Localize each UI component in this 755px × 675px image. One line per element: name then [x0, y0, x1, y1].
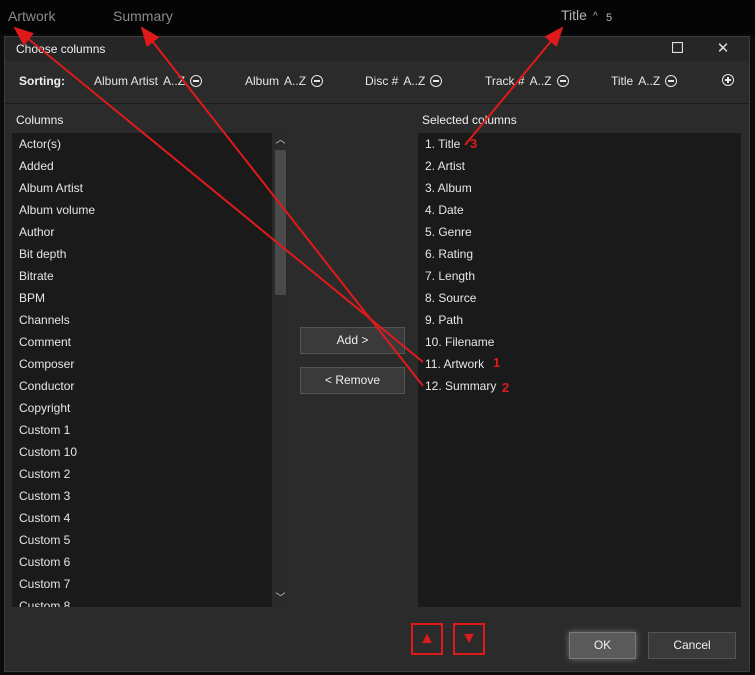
selected-column-item[interactable]: 1. Title: [418, 133, 741, 155]
chevron-up-icon: ^: [593, 11, 598, 22]
sort-field: Title: [611, 74, 634, 88]
header-col-title[interactable]: Title: [561, 7, 587, 23]
header-col-artwork[interactable]: Artwork: [8, 8, 55, 24]
scroll-up-icon[interactable]: ︿: [272, 133, 289, 149]
selected-column-item[interactable]: 2. Artist: [418, 155, 741, 177]
selected-column-item[interactable]: 7. Length: [418, 265, 741, 287]
sorting-label: Sorting:: [19, 74, 65, 88]
selected-column-item[interactable]: 12. Summary: [418, 375, 741, 397]
selected-column-item[interactable]: 5. Genre: [418, 221, 741, 243]
scrollbar[interactable]: ︿ ﹀: [272, 133, 289, 607]
columns-label: Columns: [16, 113, 64, 127]
column-list-item[interactable]: Conductor: [12, 375, 289, 397]
add-sort-button[interactable]: [722, 74, 734, 86]
sort-direction[interactable]: A..Z: [530, 74, 552, 88]
maximize-icon[interactable]: [667, 40, 687, 58]
choose-columns-dialog: Choose columns ✕ Sorting: Album Artist A…: [4, 36, 750, 672]
callout-2: 2: [502, 380, 510, 395]
column-list-item[interactable]: Custom 8: [12, 595, 289, 607]
column-list-item[interactable]: Custom 7: [12, 573, 289, 595]
column-list-item[interactable]: Author: [12, 221, 289, 243]
move-up-button[interactable]: ▲: [411, 623, 443, 655]
sort-index: 5: [606, 12, 613, 24]
selected-column-item[interactable]: 10. Filename: [418, 331, 741, 353]
selected-columns-list[interactable]: 1. Title 2. Artist 3. Album 4. Date 5. Genre…: [418, 133, 741, 607]
add-button[interactable]: Add >: [300, 327, 405, 354]
callout-1: 1: [493, 355, 501, 370]
column-list-item[interactable]: Composer: [12, 353, 289, 375]
sort-field: Track #: [485, 74, 525, 88]
sort-item-album-artist[interactable]: Album Artist A..Z: [94, 74, 203, 88]
column-list-item[interactable]: Custom 6: [12, 551, 289, 573]
sort-item-title[interactable]: Title A..Z: [611, 74, 678, 88]
column-list-item[interactable]: Album volume: [12, 199, 289, 221]
sort-item-album[interactable]: Album A..Z: [245, 74, 324, 88]
selected-columns-items: 1. Title 2. Artist 3. Album 4. Date 5. Genre…: [418, 133, 741, 397]
sort-item-track[interactable]: Track # A..Z: [485, 74, 569, 88]
move-down-button[interactable]: ▼: [453, 623, 485, 655]
remove-sort-icon[interactable]: [556, 75, 569, 87]
sort-field: Disc #: [365, 74, 399, 88]
selected-column-item[interactable]: 3. Album: [418, 177, 741, 199]
column-list-item[interactable]: Added: [12, 155, 289, 177]
sort-item-disc[interactable]: Disc # A..Z: [365, 74, 443, 88]
sort-field: Album Artist: [94, 74, 159, 88]
dialog-title: Choose columns: [16, 42, 106, 56]
plus-circle-icon[interactable]: [722, 74, 734, 86]
close-icon[interactable]: ✕: [713, 40, 733, 58]
selected-column-item[interactable]: 6. Rating: [418, 243, 741, 265]
sort-direction[interactable]: A..Z: [638, 74, 660, 88]
remove-button[interactable]: < Remove: [300, 367, 405, 394]
column-list-item[interactable]: Custom 3: [12, 485, 289, 507]
selected-column-item[interactable]: 4. Date: [418, 199, 741, 221]
scroll-thumb[interactable]: [275, 150, 286, 295]
header-col-summary[interactable]: Summary: [113, 8, 173, 24]
dialog-titlebar: Choose columns ✕: [5, 37, 749, 61]
available-columns-items: Actor(s) Added Album Artist Album volume Aut…: [12, 133, 289, 607]
column-list-item[interactable]: Custom 5: [12, 529, 289, 551]
column-list-item[interactable]: Copyright: [12, 397, 289, 419]
sort-direction[interactable]: A..Z: [284, 74, 306, 88]
column-list-item[interactable]: Actor(s): [12, 133, 289, 155]
column-list-item[interactable]: Custom 10: [12, 441, 289, 463]
cancel-button[interactable]: Cancel: [648, 632, 736, 659]
column-list-item[interactable]: Album Artist: [12, 177, 289, 199]
selected-column-item[interactable]: 11. Artwork: [418, 353, 741, 375]
selected-column-item[interactable]: 9. Path: [418, 309, 741, 331]
column-list-item[interactable]: Channels: [12, 309, 289, 331]
selected-columns-label: Selected columns: [422, 113, 517, 127]
callout-3: 3: [470, 136, 478, 151]
column-list-item[interactable]: Comment: [12, 331, 289, 353]
available-columns-list[interactable]: Actor(s) Added Album Artist Album volume Aut…: [12, 133, 289, 607]
remove-sort-icon[interactable]: [665, 75, 678, 87]
column-header-bar: Artwork Summary Title ^ 5: [0, 0, 755, 34]
column-list-item[interactable]: Custom 2: [12, 463, 289, 485]
remove-sort-icon[interactable]: [190, 75, 203, 87]
sort-direction[interactable]: A..Z: [163, 74, 185, 88]
selected-column-item[interactable]: 8. Source: [418, 287, 741, 309]
remove-sort-icon[interactable]: [311, 75, 324, 87]
scroll-down-icon[interactable]: ﹀: [272, 591, 289, 607]
ok-button[interactable]: OK: [569, 632, 636, 659]
column-list-item[interactable]: Custom 4: [12, 507, 289, 529]
sort-field: Album: [245, 74, 280, 88]
column-list-item[interactable]: Bit depth: [12, 243, 289, 265]
column-list-item[interactable]: Custom 1: [12, 419, 289, 441]
sorting-row: Sorting: Album Artist A..Z Album A..Z Di…: [5, 65, 749, 99]
column-list-item[interactable]: Bitrate: [12, 265, 289, 287]
divider: [5, 103, 749, 104]
remove-sort-icon[interactable]: [430, 75, 443, 87]
sort-direction[interactable]: A..Z: [403, 74, 425, 88]
column-list-item[interactable]: BPM: [12, 287, 289, 309]
